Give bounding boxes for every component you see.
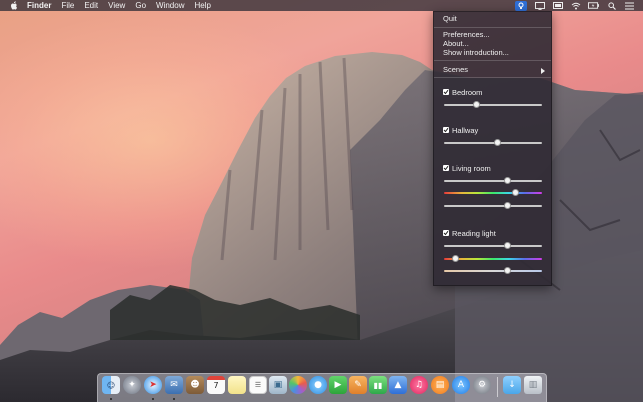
hallway-checkbox[interactable]	[443, 127, 449, 133]
reminders-icon[interactable]: ☰	[249, 376, 267, 394]
running-indicator	[110, 398, 112, 400]
living-room-temperature-slider[interactable]	[444, 202, 542, 209]
itunes-icon[interactable]: ♫	[410, 376, 428, 394]
slider-knob[interactable]	[504, 202, 512, 209]
menu-view[interactable]: View	[108, 0, 125, 11]
living-room-label: Living room	[452, 164, 491, 173]
reading-light-checkbox[interactable]	[443, 230, 449, 236]
quit-menu-item[interactable]: Quit	[443, 14, 457, 23]
apple-menu-icon[interactable]	[10, 1, 18, 10]
preferences-menu-item[interactable]: Preferences...	[443, 30, 490, 39]
ibooks-icon[interactable]: ▤	[431, 376, 449, 394]
menu-file[interactable]: File	[61, 0, 74, 11]
menu-help[interactable]: Help	[194, 0, 210, 11]
menu-bar: Finder File Edit View Go Window Help	[0, 0, 643, 11]
menu-separator	[434, 77, 551, 78]
list-icon[interactable]	[624, 1, 635, 10]
system-preferences-icon[interactable]: ⚙	[473, 376, 491, 394]
mail-icon[interactable]: ✉	[165, 376, 183, 394]
preview-icon[interactable]: ▣	[269, 376, 287, 394]
slider-knob[interactable]	[494, 139, 502, 146]
submenu-arrow-icon	[541, 68, 545, 74]
keynote-icon[interactable]: ▲	[389, 376, 407, 394]
calendar-day: 7	[213, 380, 219, 390]
photos-icon[interactable]	[289, 376, 307, 394]
running-indicator	[173, 398, 175, 400]
status-area	[515, 0, 635, 11]
scenes-menu-item[interactable]: Scenes	[443, 65, 468, 74]
about-menu-item[interactable]: About...	[443, 39, 469, 48]
bedroom-label: Bedroom	[452, 88, 483, 97]
slider-knob[interactable]	[504, 177, 512, 184]
slider-knob[interactable]	[472, 101, 480, 108]
slider-knob[interactable]	[512, 189, 520, 196]
hallway-brightness-slider[interactable]	[444, 139, 542, 146]
dock-separator	[497, 377, 498, 397]
reading-light-color-slider[interactable]	[444, 255, 542, 262]
search-icon[interactable]	[606, 1, 617, 10]
living-room-color-slider[interactable]	[444, 189, 542, 196]
app-store-icon[interactable]: A	[452, 376, 470, 394]
battery-icon[interactable]	[588, 1, 599, 10]
menu-edit[interactable]: Edit	[84, 0, 98, 11]
notes-icon[interactable]	[228, 376, 246, 394]
slider-knob[interactable]	[452, 255, 460, 262]
numbers-icon[interactable]: ▮▮	[369, 376, 387, 394]
facetime-icon[interactable]: ▶	[329, 376, 347, 394]
slider-knob[interactable]	[504, 267, 512, 274]
menu-window[interactable]: Window	[156, 0, 184, 11]
wifi-icon[interactable]	[570, 1, 581, 10]
living-room-checkbox[interactable]	[443, 165, 449, 171]
pages-icon[interactable]: ✎	[349, 376, 367, 394]
reading-light-temperature-slider[interactable]	[444, 267, 542, 274]
reading-light-label: Reading light	[452, 229, 496, 238]
bedroom-checkbox[interactable]	[443, 89, 449, 95]
bedroom-brightness-slider[interactable]	[444, 101, 542, 108]
show-introduction-menu-item[interactable]: Show introduction...	[443, 48, 509, 57]
hallway-label: Hallway	[452, 126, 479, 135]
finder-icon[interactable]: ☺	[102, 376, 120, 394]
living-room-brightness-slider[interactable]	[444, 177, 542, 184]
menu-separator	[434, 27, 551, 28]
messages-icon[interactable]: ●	[309, 376, 327, 394]
running-indicator	[152, 398, 154, 400]
reading-light-brightness-slider[interactable]	[444, 242, 542, 249]
calendar-icon[interactable]: 7	[207, 376, 225, 394]
downloads-folder-icon[interactable]: ↓	[503, 376, 521, 394]
menu-go[interactable]: Go	[135, 0, 146, 11]
trash-icon[interactable]: ▥	[524, 376, 542, 394]
menu-finder[interactable]: Finder	[27, 0, 51, 11]
contacts-icon[interactable]: ☻	[186, 376, 204, 394]
airplay-icon[interactable]	[534, 1, 545, 10]
menu-separator	[434, 60, 551, 61]
slider-knob[interactable]	[504, 242, 512, 249]
launchpad-icon[interactable]: ✦	[123, 376, 141, 394]
safari-icon[interactable]: ➤	[144, 376, 162, 394]
cast-icon[interactable]	[552, 1, 563, 10]
app-status-icon[interactable]	[515, 0, 527, 11]
app-dropdown-menu: Quit Preferences... About... Show introd…	[433, 11, 552, 286]
